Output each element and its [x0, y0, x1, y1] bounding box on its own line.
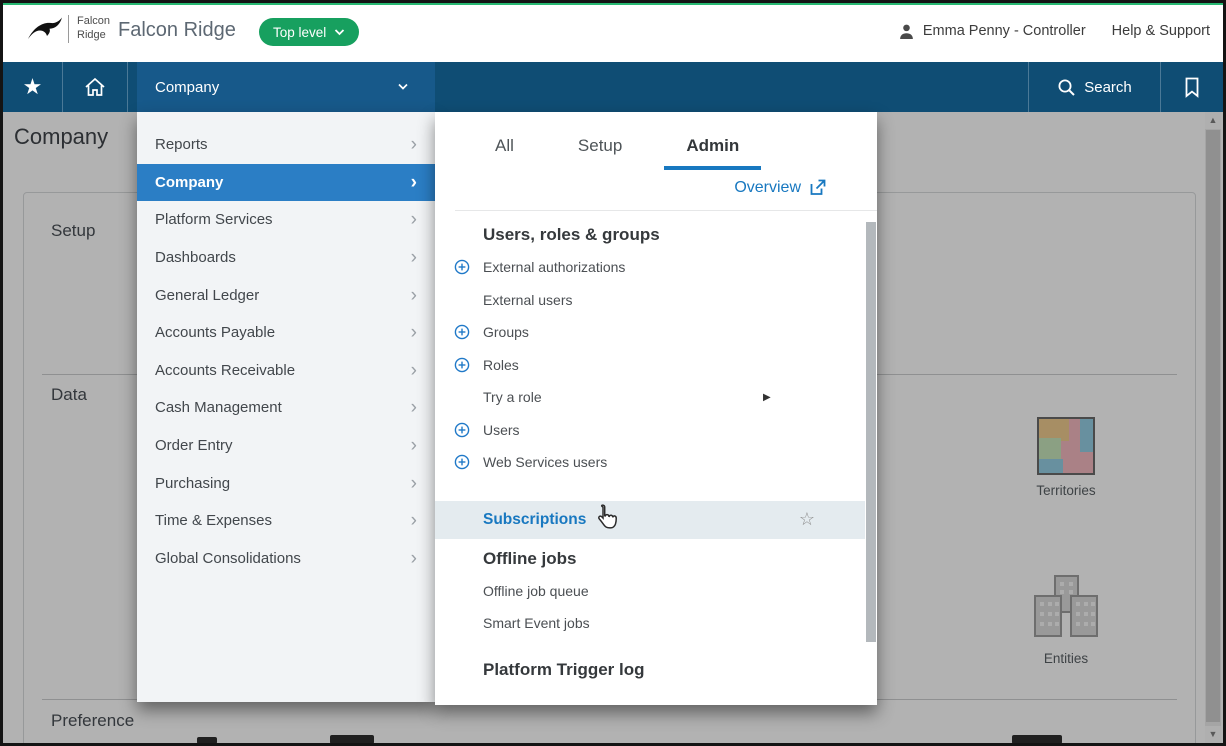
search-icon [1057, 78, 1076, 97]
add-new-icon[interactable] [454, 454, 470, 470]
menu-tab[interactable]: Setup [556, 130, 644, 170]
module-menu-item[interactable]: Time & Expenses › [137, 502, 435, 540]
module-menu-item[interactable]: Platform Services › [137, 201, 435, 239]
favorites-button[interactable]: ★ [3, 62, 63, 112]
add-new-icon[interactable] [454, 422, 470, 438]
group-heading-users: Users, roles & groups [483, 225, 865, 245]
menu-item[interactable]: Web Services users [435, 446, 865, 479]
module-menu-item[interactable]: Purchasing › [137, 464, 435, 502]
menu-item[interactable]: Roles [435, 349, 865, 382]
module-menu-item[interactable]: Company › [137, 164, 435, 202]
user-menu[interactable]: Emma Penny - Controller [898, 23, 1086, 40]
menu-detail-panel: All Setup Admin Overview Users, roles & … [435, 112, 877, 705]
user-icon [898, 23, 915, 40]
menu-tab[interactable]: All [473, 130, 536, 170]
chevron-right-icon: › [411, 173, 417, 192]
menu-scrollbar-thumb[interactable] [866, 222, 876, 642]
bookmarks-button[interactable] [1160, 62, 1223, 112]
help-support-link[interactable]: Help & Support [1112, 23, 1210, 39]
company-name: Falcon Ridge [118, 19, 236, 42]
chevron-right-icon: › [411, 398, 417, 417]
home-button[interactable] [63, 62, 128, 112]
chevron-right-icon: › [411, 135, 417, 154]
module-menu-item[interactable]: Global Consolidations › [137, 540, 435, 578]
add-new-icon[interactable] [454, 324, 470, 340]
top-header: Falcon Ridge Falcon Ridge Top level Emma… [0, 0, 1226, 62]
entity-selector[interactable]: Top level [259, 18, 359, 46]
cursor-pointer-icon [593, 503, 619, 535]
chevron-right-icon: › [411, 248, 417, 267]
chevron-right-icon: › [411, 474, 417, 493]
chevron-right-icon: › [411, 286, 417, 305]
chevron-down-icon [397, 82, 409, 91]
module-menu-item[interactable]: General Ledger › [137, 276, 435, 314]
company-menu-button[interactable]: Company [137, 62, 435, 112]
app-window: Falcon Ridge Falcon Ridge Top level Emma… [0, 0, 1226, 746]
chevron-right-icon: › [411, 436, 417, 455]
brand-accent-line [3, 2, 1223, 5]
add-new-icon[interactable] [454, 259, 470, 275]
external-link-icon [808, 178, 827, 197]
menu-item[interactable]: Groups [435, 316, 865, 349]
module-menu-item[interactable]: Dashboards › [137, 239, 435, 277]
module-menu-item[interactable]: Accounts Payable › [137, 314, 435, 352]
add-new-icon[interactable] [454, 357, 470, 373]
module-menu-item[interactable]: Reports › [137, 126, 435, 164]
logo-wordmark: Falcon Ridge [68, 15, 110, 43]
module-menu-item[interactable]: Order Entry › [137, 427, 435, 465]
group-heading-offline-jobs: Offline jobs [483, 549, 865, 569]
chevron-right-icon: › [411, 361, 417, 380]
menu-tab[interactable]: Admin [664, 130, 761, 170]
menu-item[interactable]: External authorizations [435, 251, 865, 284]
menu-item[interactable]: Try a role ▶ [435, 381, 865, 414]
chevron-down-icon [334, 28, 345, 36]
overview-link[interactable]: Overview [734, 178, 827, 197]
menu-item[interactable]: Smart Event jobs [435, 607, 865, 640]
menu-item[interactable]: Offline job queue [435, 575, 865, 608]
module-menu-panel: Reports › Company › Platform Services › … [137, 112, 435, 702]
submenu-arrow-icon: ▶ [763, 392, 771, 403]
chevron-right-icon: › [411, 549, 417, 568]
home-icon [83, 76, 107, 98]
menu-item[interactable]: Users [435, 414, 865, 447]
group-heading-platform-trigger-log: Platform Trigger log [483, 660, 865, 680]
main-navbar: ★ Company Search [0, 62, 1226, 112]
favorite-star-icon[interactable]: ☆ [799, 509, 815, 530]
module-menu-item[interactable]: Accounts Receivable › [137, 352, 435, 390]
menu-item-subscriptions[interactable]: Subscriptions ☆ [435, 501, 865, 539]
falcon-logo-icon [27, 15, 63, 45]
module-menu-item[interactable]: Cash Management › [137, 389, 435, 427]
chevron-right-icon: › [411, 210, 417, 229]
menu-item[interactable]: External users [435, 284, 865, 317]
star-icon: ★ [23, 76, 43, 98]
bookmark-icon [1184, 77, 1200, 98]
menu-tabs: All Setup Admin [473, 130, 761, 170]
admin-menu-list: Users, roles & groups External authoriza… [435, 211, 865, 705]
chevron-right-icon: › [411, 323, 417, 342]
chevron-right-icon: › [411, 511, 417, 530]
search-button[interactable]: Search [1028, 62, 1160, 112]
